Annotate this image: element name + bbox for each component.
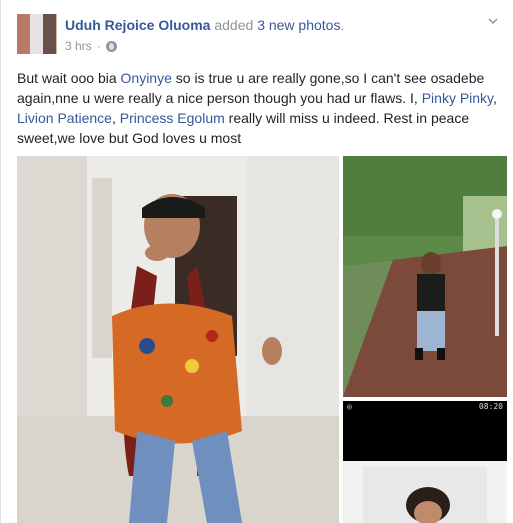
meta-separator: · <box>96 39 101 53</box>
post-header: Uduh Rejoice Oluoma added 3 new photos. … <box>1 0 513 62</box>
photo-bottom-right[interactable]: ◎ 08:20 <box>343 401 507 523</box>
action-prefix: added <box>214 17 254 33</box>
text-part: , <box>493 90 497 106</box>
mention-princess-egolum[interactable]: Princess Egolum <box>120 110 225 126</box>
globe-icon[interactable] <box>105 40 117 52</box>
post-timestamp[interactable]: 3 hrs <box>65 39 92 53</box>
photo-main[interactable] <box>17 156 339 523</box>
author-name[interactable]: Uduh Rejoice Oluoma <box>65 17 210 33</box>
author-line: Uduh Rejoice Oluoma added 3 new photos. <box>65 17 344 33</box>
mention-onyinye[interactable]: Onyinye <box>121 70 172 86</box>
post-text: But wait ooo bia Onyinye so is true u ar… <box>17 68 507 148</box>
photo-grid: ◎ 08:20 <box>17 156 507 523</box>
action-suffix: . <box>340 17 345 33</box>
action-link[interactable]: 3 new photos <box>257 17 340 33</box>
mention-livion-patience[interactable]: Livion Patience <box>17 110 112 126</box>
post-meta: 3 hrs · <box>65 39 117 53</box>
mention-pinky-pinky[interactable]: Pinky Pinky <box>422 90 493 106</box>
author-avatar[interactable] <box>17 14 57 54</box>
photo-top-right[interactable] <box>343 156 507 397</box>
text-part: , <box>111 110 120 126</box>
feed-post: Uduh Rejoice Oluoma added 3 new photos. … <box>0 0 513 523</box>
text-part: But wait ooo bia <box>17 70 121 86</box>
chevron-down-icon[interactable] <box>486 14 500 28</box>
